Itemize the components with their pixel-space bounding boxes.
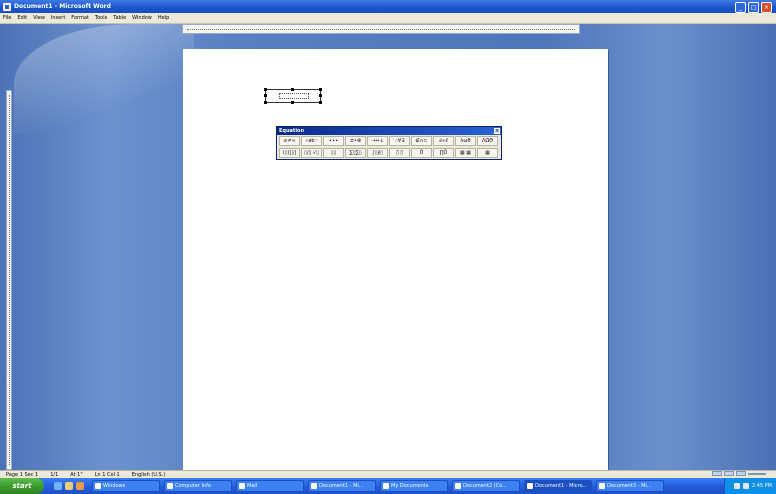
products-set-theory-templates-button[interactable]: ∏Ů (433, 148, 454, 158)
menu-bar: File Edit View Insert Format Tools Table… (0, 13, 776, 24)
misc-symbols-button[interactable]: ∂∞ℓ (433, 136, 454, 146)
matrix-templates-button[interactable]: ▦ ▦ (455, 148, 476, 158)
resize-handle-top[interactable] (291, 88, 294, 91)
equation-toolbar-title: Equation (279, 128, 305, 134)
equation-input-slot[interactable] (279, 93, 309, 99)
zoom-slider[interactable] (748, 473, 766, 475)
menu-tools[interactable]: Tools (92, 15, 110, 21)
operator-symbols-button[interactable]: ±•⊗ (345, 136, 366, 146)
menu-view[interactable]: View (30, 15, 48, 21)
resize-handle-top-left[interactable] (264, 88, 267, 91)
document-page[interactable] (183, 49, 608, 470)
taskbar-item[interactable]: Document3 - Mi... (596, 480, 664, 492)
menu-table[interactable]: Table (110, 15, 129, 21)
ie-icon[interactable] (54, 482, 62, 490)
clock[interactable]: 2:45 PM (752, 483, 772, 489)
equation-toolbar-close-button[interactable]: × (494, 128, 500, 134)
equation-object[interactable] (264, 88, 322, 104)
menu-file[interactable]: File (0, 15, 14, 21)
system-tray: 2:45 PM (724, 478, 776, 494)
equation-templates-row: (▯)[▯] ▯/▯ √▯ ▯▯ ∑▯∑▯ ∫▯∮▯ ▯̄ ▯⃗ Ů ∏Ů ▦ … (277, 147, 501, 159)
resize-handle-bottom[interactable] (291, 101, 294, 104)
taskbar: start Windows Computer Info Mail Documen… (0, 478, 776, 494)
integral-templates-button[interactable]: ∫▯∮▯ (367, 148, 388, 158)
labeled-arrow-templates-button[interactable]: Ů (411, 148, 432, 158)
media-icon[interactable] (76, 482, 84, 490)
resize-handle-top-right[interactable] (319, 88, 322, 91)
full-screen-view-button[interactable] (724, 471, 734, 476)
desktop-icon[interactable] (65, 482, 73, 490)
equation-symbols-row: ≤≠≈ ∘ab∵ ∙∙∙ ±•⊗ →⇔↓ ∴∀∃ ∉∩⊂ ∂∞ℓ λωθ ΛΩΘ (277, 135, 501, 147)
resize-handle-left[interactable] (264, 94, 267, 97)
greek-lowercase-button[interactable]: λωθ (455, 136, 476, 146)
taskbar-item[interactable]: Document2 (Co... (452, 480, 520, 492)
taskbar-item-active[interactable]: Document1 - Micro... (524, 480, 592, 492)
network-icon[interactable] (733, 483, 740, 489)
arrow-symbols-button[interactable]: →⇔↓ (367, 136, 388, 146)
resize-handle-bottom-left[interactable] (264, 101, 267, 104)
summation-templates-button[interactable]: ∑▯∑▯ (345, 148, 366, 158)
subscript-superscript-templates-button[interactable]: ▯▯ (323, 148, 344, 158)
taskbar-item[interactable]: My Documents (380, 480, 448, 492)
spaces-ellipses-button[interactable]: ∘ab∵ (301, 136, 322, 146)
menu-help[interactable]: Help (155, 15, 172, 21)
menu-insert[interactable]: Insert (48, 15, 68, 21)
menu-format[interactable]: Format (68, 15, 92, 21)
fraction-radical-templates-button[interactable]: ▯/▯ √▯ (301, 148, 322, 158)
volume-icon[interactable] (742, 483, 749, 489)
maximize-button[interactable]: □ (748, 2, 759, 13)
horizontal-ruler[interactable] (182, 24, 580, 34)
taskbar-item[interactable]: Document1 - Mi... (308, 480, 376, 492)
relational-symbols-button[interactable]: ≤≠≈ (279, 136, 300, 146)
greek-uppercase-button[interactable]: ΛΩΘ (477, 136, 498, 146)
window-title: Document1 - Microsoft Word (14, 3, 111, 10)
web-layout-view-button[interactable] (736, 471, 746, 476)
equation-toolbar: Equation × ≤≠≈ ∘ab∵ ∙∙∙ ±•⊗ →⇔↓ ∴∀∃ ∉∩⊂ … (276, 126, 502, 160)
quick-launch (54, 482, 84, 490)
set-theory-symbols-button[interactable]: ∉∩⊂ (411, 136, 432, 146)
matrix-templates-2-button[interactable]: ▦ (477, 148, 498, 158)
menu-edit[interactable]: Edit (14, 15, 30, 21)
print-layout-view-button[interactable] (712, 471, 722, 476)
resize-handle-bottom-right[interactable] (319, 101, 322, 104)
minimize-button[interactable]: _ (735, 2, 746, 13)
start-button[interactable]: start (0, 478, 44, 494)
close-button[interactable]: × (761, 2, 772, 13)
taskbar-item[interactable]: Windows (92, 480, 160, 492)
taskbar-item[interactable]: Mail (236, 480, 304, 492)
taskbar-item[interactable]: Computer Info (164, 480, 232, 492)
menu-window[interactable]: Window (129, 15, 155, 21)
logical-symbols-button[interactable]: ∴∀∃ (389, 136, 410, 146)
view-buttons (712, 471, 746, 476)
word-app-icon[interactable] (3, 2, 11, 11)
title-bar: Document1 - Microsoft Word _ □ × (0, 0, 776, 13)
resize-handle-right[interactable] (319, 94, 322, 97)
equation-toolbar-titlebar[interactable]: Equation × (277, 127, 501, 135)
fence-templates-button[interactable]: (▯)[▯] (279, 148, 300, 158)
embellishments-button[interactable]: ∙∙∙ (323, 136, 344, 146)
vertical-ruler[interactable] (6, 90, 12, 470)
underbar-overbar-templates-button[interactable]: ▯̄ ▯⃗ (389, 148, 410, 158)
window-controls: _ □ × (735, 2, 772, 13)
